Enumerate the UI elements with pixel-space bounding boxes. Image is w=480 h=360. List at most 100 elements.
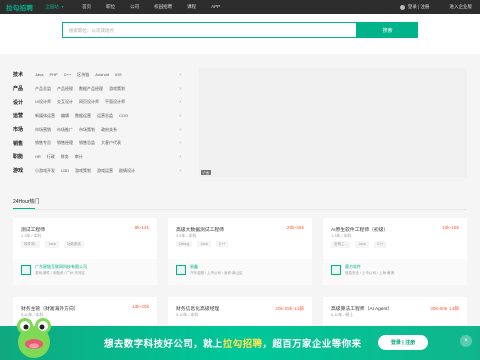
category-item[interactable]: 编辑 — [61, 113, 69, 119]
company-details: 汽车金融 / 上市公司 / 深圳·南山区 — [190, 271, 243, 275]
category-row[interactable]: 销售 销售专员 销售经理 销售总监 大客户代表 › — [13, 136, 185, 150]
category-item[interactable]: 数据运营 — [75, 113, 91, 119]
login-link[interactable]: 登录 | 注册 — [408, 4, 430, 10]
category-item[interactable]: HR — [35, 154, 41, 160]
category-panel: 技术 Java PHP C++ 区块链 Android iOS › 产品 产品总… — [13, 68, 185, 178]
job-tag: 功能测试 — [63, 241, 84, 248]
category-title: 设计 — [13, 99, 24, 106]
category-item[interactable]: 平面设计师 — [105, 99, 125, 105]
category-title: 销售 — [13, 140, 24, 147]
category-item[interactable]: 运营总监 — [97, 113, 113, 119]
company-name[interactable]: 赛方软件 — [345, 264, 361, 270]
category-item[interactable]: 游戏策划 — [75, 168, 91, 174]
category-item[interactable]: 游戏运营 — [97, 168, 113, 174]
job-card[interactable]: 高级大数据测试工程师 20k-35k 3-5年 / 本科 Debug Java … — [168, 218, 312, 285]
job-salary: 20k-25k·14薪 — [275, 307, 304, 312]
category-item[interactable]: 销售总监 — [79, 140, 95, 146]
nav-link-home[interactable]: 首页 — [82, 4, 91, 10]
category-row[interactable]: 技术 Java PHP C++ 区块链 Android iOS › — [13, 68, 185, 82]
category-row[interactable]: 设计 UI设计师 交互设计 网页设计师 平面设计师 › — [13, 95, 185, 109]
job-tag: 软件测... — [21, 241, 41, 248]
category-item[interactable]: 财务 — [61, 154, 69, 160]
company-info[interactable]: 赛方软件 信息安全 / 上市公司 / 上海·黄浦 — [323, 259, 467, 285]
category-item[interactable]: 网页设计师 — [79, 99, 99, 105]
category-item[interactable]: iOS — [115, 72, 122, 78]
section-title-hot[interactable]: 24Hour热门 — [13, 198, 39, 205]
nav-link-companies[interactable]: 公司 — [130, 4, 139, 10]
search-input[interactable] — [62, 22, 357, 38]
category-item[interactable]: 市场营销 — [35, 127, 51, 133]
category-item[interactable]: C++ — [64, 72, 72, 78]
nav-link-jobs[interactable]: 职位 — [106, 4, 115, 10]
category-item[interactable]: 小游戏开发 — [35, 168, 55, 174]
promo-text: 想去数字科技好公司，就上拉勾招聘，超百万家企业等你来 — [104, 336, 361, 350]
search-button[interactable]: 搜索 — [357, 22, 418, 38]
category-item[interactable]: 新媒体运营 — [35, 113, 55, 119]
city-label: 全国站 — [45, 4, 59, 9]
logo[interactable]: 拉勾招聘 — [6, 2, 33, 12]
category-item[interactable]: Android — [95, 72, 109, 78]
chevron-right-icon: › — [179, 140, 181, 147]
category-title: 技术 — [13, 72, 24, 79]
category-item[interactable]: 审计 — [75, 154, 83, 160]
category-item[interactable]: 游戏策划 — [109, 86, 125, 92]
chevron-right-icon: › — [179, 71, 181, 78]
company-info[interactable]: 易鑫 汽车金融 / 上市公司 / 深圳·南山区 — [168, 259, 312, 285]
category-item[interactable]: 市场策划 — [79, 127, 95, 133]
job-title[interactable]: 财务信息化高级经理 — [176, 305, 219, 312]
ad-tag: 广告 — [201, 170, 212, 175]
category-item[interactable]: 产品经理 — [57, 86, 73, 92]
category-row[interactable]: 产品 产品总监 产品经理 数据产品经理 游戏策划 › — [13, 82, 185, 96]
category-item[interactable]: 区块链 — [77, 72, 89, 78]
job-title[interactable]: 高级大数据测试工程师 — [176, 226, 224, 233]
company-name[interactable]: 易鑫 — [190, 264, 198, 270]
nav-link-courses[interactable]: 课程 — [187, 4, 196, 10]
category-row[interactable]: 市场 市场营销 市场推广 市场策划 政府关系 › — [13, 123, 185, 137]
category-item[interactable]: 行政 — [47, 154, 55, 160]
category-item[interactable]: 产品总监 — [35, 86, 51, 92]
promo-login-button[interactable]: 登录 | 注册 — [378, 335, 428, 350]
category-item[interactable]: U3D — [61, 168, 69, 174]
job-tag: Debug — [176, 241, 193, 247]
job-requirements: 5-10年 / 硕士 — [331, 313, 354, 317]
category-item[interactable]: 大客户代表 — [101, 140, 121, 146]
ad-banner[interactable]: 广告 — [199, 68, 467, 177]
chevron-right-icon: › — [179, 99, 181, 106]
company-info[interactable]: 广东星链互联网科技有限公司 游戏,硬件 / 未融资 / 广州·天河区 — [13, 259, 157, 285]
category-item[interactable]: 剧情设计 — [119, 168, 135, 174]
nav-link-app[interactable]: APP — [211, 4, 220, 10]
job-title[interactable]: 高级算法工程师（AI Agent） — [331, 305, 392, 312]
category-item[interactable]: 数据产品经理 — [79, 86, 103, 92]
category-item[interactable]: UI设计师 — [35, 99, 51, 105]
category-item[interactable]: PHP — [49, 72, 57, 78]
promo-text-prefix: 想去数字科技好公司，就上 — [104, 339, 223, 350]
city-selector[interactable]: 全国站 ▼ — [45, 4, 64, 10]
category-row[interactable]: 游戏 小游戏开发 U3D 游戏策划 游戏运营 剧情设计 › — [13, 164, 185, 178]
category-row[interactable]: 运营 新媒体运营 编辑 数据运营 运营总监 COO › — [13, 109, 185, 123]
close-icon[interactable]: × — [460, 335, 472, 347]
category-item[interactable]: 政府关系 — [101, 127, 117, 133]
job-salary: 30k-60k·14薪 — [430, 307, 459, 312]
category-item[interactable]: 市场推广 — [57, 127, 73, 133]
category-item[interactable]: 交互设计 — [57, 99, 73, 105]
promo-text-suffix: ，超百万家企业等你来 — [262, 339, 362, 350]
user-icon — [399, 4, 405, 10]
category-row[interactable]: 职能 HR 行政 财务 审计 › — [13, 150, 185, 164]
category-item[interactable]: COO — [119, 113, 128, 119]
company-details: 信息安全 / 上市公司 / 上海·黄浦 — [345, 271, 394, 275]
job-title[interactable]: 测试工程师 — [21, 226, 45, 233]
job-card[interactable]: AI原生软件工程师（初级） 10k-18k 1-3年 / 本科 全栈工... J… — [323, 218, 467, 285]
nav-right: 登录 | 注册 进入企业版 — [399, 0, 473, 14]
category-item[interactable]: 销售经理 — [57, 140, 73, 146]
nav-link-campus[interactable]: 校园招聘 — [154, 4, 172, 10]
job-tag: C++ — [215, 241, 229, 247]
job-tag: Java — [197, 241, 211, 247]
category-item[interactable]: 销售专员 — [35, 140, 51, 146]
category-item[interactable]: Java — [35, 72, 43, 78]
job-card[interactable]: 测试工程师 8k-13k 1-3年 / 本科 软件测... Java 功能测试 … — [13, 218, 157, 285]
enterprise-link[interactable]: 进入企业版 — [450, 4, 473, 10]
nav-links: 首页 职位 公司 校园招聘 课程 APP — [82, 4, 235, 10]
company-name[interactable]: 广东星链互联网科技有限公司 — [35, 264, 87, 270]
job-title[interactable]: AI原生软件工程师（初级） — [331, 226, 388, 233]
job-tag: Java — [45, 241, 59, 248]
